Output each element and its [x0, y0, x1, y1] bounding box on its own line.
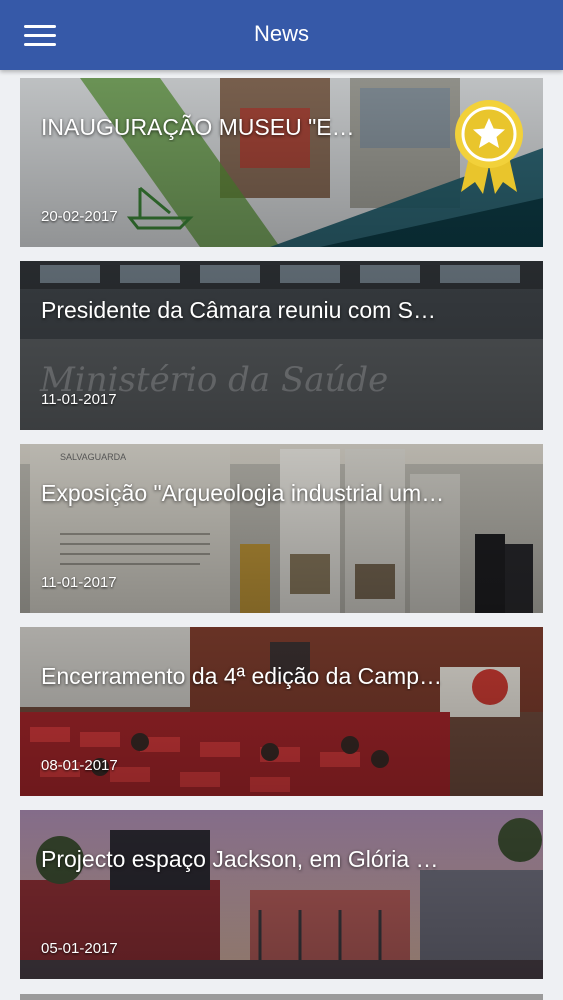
news-date: 08-01-2017	[41, 757, 118, 774]
news-date: 20-02-2017	[41, 208, 118, 225]
news-title: Encerramento da 4ª edição da Camp…	[41, 663, 443, 689]
news-card[interactable]: INAUGURAÇÃO MUSEU "E… 20-02-2017	[20, 78, 543, 247]
news-card[interactable]: Ministério da Saúde Presidente da Câmara…	[20, 261, 543, 430]
news-date: 05-01-2017	[41, 940, 118, 957]
news-title: Exposição "Arqueologia industrial um…	[41, 480, 445, 506]
award-ribbon-icon	[455, 100, 523, 194]
news-date: 11-01-2017	[41, 391, 117, 408]
news-card[interactable]: SALVAGUARDA Exposição "Arqueologia indus…	[20, 444, 543, 613]
news-title: Projecto espaço Jackson, em Glória …	[41, 846, 439, 872]
page-title: News	[253, 21, 309, 46]
news-card[interactable]: Projecto espaço Jackson, em Glória … 05-…	[20, 810, 543, 979]
app-bar: News	[0, 0, 563, 70]
news-card[interactable]: Encerramento da 4ª edição da Camp… 08-01…	[20, 627, 543, 796]
next-news-card-peek[interactable]	[20, 994, 543, 1000]
news-date: 11-01-2017	[41, 574, 117, 591]
news-title: Presidente da Câmara reuniu com S…	[41, 297, 437, 323]
news-list: INAUGURAÇÃO MUSEU "E… 20-02-2017 Ministé…	[20, 78, 543, 993]
news-title: INAUGURAÇÃO MUSEU "E…	[41, 114, 355, 140]
